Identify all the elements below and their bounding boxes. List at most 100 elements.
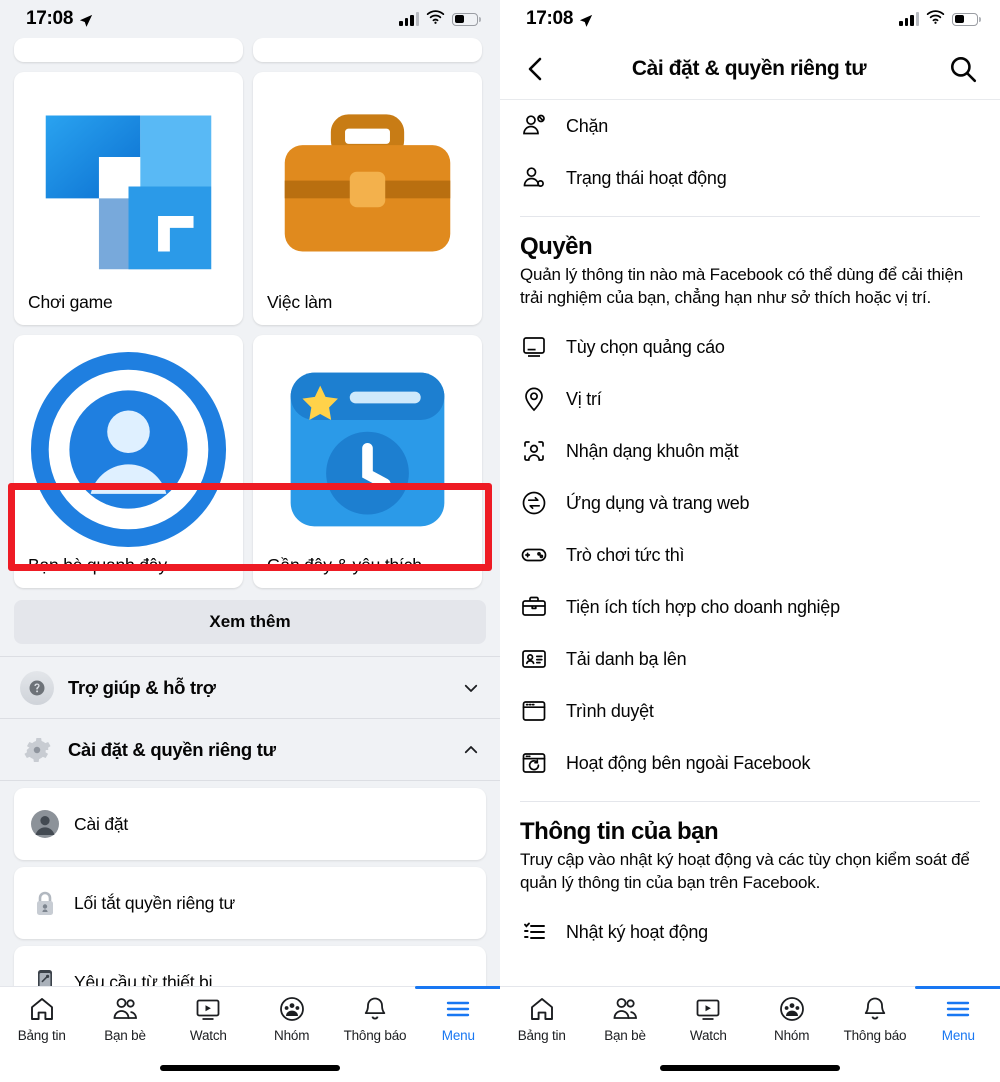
settings-item-tro-choi-tuc-thi[interactable]: Trò chơi tức thì xyxy=(500,529,1000,581)
shortcut-card-clipped-1[interactable] xyxy=(14,38,243,62)
chevron-left-icon[interactable] xyxy=(522,55,550,83)
accordion-help-support[interactable]: Trợ giúp & hỗ trợ xyxy=(0,657,500,719)
shortcut-grid: Chơi game Việc làm Bạn bè quanh đây Gần … xyxy=(0,72,500,588)
browser-icon xyxy=(520,697,548,725)
dual-screenshot-container: 17:08 Chơi game Việc làm Bạn bè quanh đâ… xyxy=(0,0,1000,1082)
tab-watch[interactable]: Watch xyxy=(671,995,745,1043)
shortcut-card-recent-favorites[interactable]: Gần đây & yêu thích xyxy=(253,335,482,588)
left-menu-scroll[interactable]: Chơi game Việc làm Bạn bè quanh đây Gần … xyxy=(0,38,500,986)
settings-item-label: Chặn xyxy=(566,115,609,136)
shortcut-card-gaming[interactable]: Chơi game xyxy=(14,72,243,325)
settings-item-tien-ich-doanh-nghiep[interactable]: Tiện ích tích hợp cho doanh nghiệp xyxy=(500,581,1000,633)
tab-watch[interactable]: Watch xyxy=(171,995,245,1043)
search-icon[interactable] xyxy=(948,54,978,84)
watch-icon xyxy=(194,995,222,1023)
settings-item-label: Vị trí xyxy=(566,388,602,409)
tab-ban-be[interactable]: Bạn bè xyxy=(88,995,162,1043)
accordion-settings-privacy[interactable]: Cài đặt & quyền riêng tư xyxy=(0,719,500,781)
settings-item-chan[interactable]: Chặn xyxy=(500,100,1000,152)
tab-nhom[interactable]: Nhóm xyxy=(755,995,829,1043)
status-bar-right: 17:08 xyxy=(500,0,1000,38)
settings-item-label: Trình duyệt xyxy=(566,700,654,721)
settings-item-trang-thai-hoat-dong[interactable]: Trạng thái hoạt động xyxy=(500,152,1000,204)
briefcase-icon xyxy=(267,114,468,291)
browser-history-icon xyxy=(520,749,548,777)
status-time: 17:08 xyxy=(26,8,74,29)
activity-log-icon xyxy=(520,918,548,946)
location-arrow-icon xyxy=(79,12,93,27)
tab-label: Nhóm xyxy=(774,1028,810,1043)
person-active-icon xyxy=(520,164,548,192)
watch-icon xyxy=(694,995,722,1023)
shortcut-card-jobs[interactable]: Việc làm xyxy=(253,72,482,325)
shortcut-card-clipped-2[interactable] xyxy=(253,38,482,62)
settings-item-hoat-dong-ben-ngoai-facebook[interactable]: Hoạt động bên ngoài Facebook xyxy=(500,737,1000,789)
status-bar-left: 17:08 xyxy=(0,0,500,38)
tab-label: Thông báo xyxy=(343,1028,407,1043)
see-more-button[interactable]: Xem thêm xyxy=(14,600,486,644)
settings-item-label: Tải danh bạ lên xyxy=(566,648,687,669)
hamburger-icon xyxy=(944,995,972,1023)
friends-icon xyxy=(111,995,139,1023)
settings-list-scroll[interactable]: Chặn Trạng thái hoạt động Quyền Quản lý … xyxy=(500,100,1000,986)
tab-bang-tin[interactable]: Bảng tin xyxy=(505,995,579,1043)
chevron-down-icon[interactable] xyxy=(462,679,480,697)
settings-item-tai-danh-ba-len[interactable]: Tải danh bạ lên xyxy=(500,633,1000,685)
settings-item-label: Trò chơi tức thì xyxy=(566,544,685,565)
divider xyxy=(520,216,980,217)
location-pin-icon xyxy=(520,385,548,413)
apps-websites-icon xyxy=(520,489,548,517)
signal-bars-icon xyxy=(399,12,419,26)
settings-item-nhan-dang-khuon-mat[interactable]: Nhận dạng khuôn mặt xyxy=(500,425,1000,477)
accordion-label: Cài đặt & quyền riêng tư xyxy=(68,738,276,760)
monitor-icon xyxy=(520,333,548,361)
tab-menu[interactable]: Menu xyxy=(415,986,500,1043)
section-description-quyen: Quản lý thông tin nào mà Facebook có thể… xyxy=(520,265,963,307)
settings-row-privacy-shortcuts[interactable]: Lối tắt quyền riêng tư xyxy=(14,867,486,939)
settings-item-nhat-ky-hoat-dong[interactable]: Nhật ký hoạt động xyxy=(500,906,1000,958)
status-time: 17:08 xyxy=(526,8,574,29)
settings-header: Cài đặt & quyền riêng tư xyxy=(500,38,1000,100)
tab-label: Thông báo xyxy=(843,1028,907,1043)
tab-ban-be[interactable]: Bạn bè xyxy=(588,995,662,1043)
tab-thong-bao[interactable]: Thông báo xyxy=(838,995,912,1043)
groups-icon xyxy=(278,995,306,1023)
profile-circle-icon xyxy=(30,809,60,839)
settings-row-device-requests[interactable]: Yêu cầu từ thiết bị xyxy=(14,946,486,986)
tab-menu[interactable]: Menu xyxy=(915,986,1000,1043)
chevron-up-icon[interactable] xyxy=(462,741,480,759)
settings-item-ung-dung-va-trang-web[interactable]: Ứng dụng và trang web xyxy=(500,477,1000,529)
settings-item-label: Ứng dụng và trang web xyxy=(566,492,750,513)
shortcut-label: Việc làm xyxy=(267,292,333,312)
shortcut-card-nearby-friends[interactable]: Bạn bè quanh đây xyxy=(14,335,243,588)
settings-item-trinh-duyet[interactable]: Trình duyệt xyxy=(500,685,1000,737)
recent-favorites-icon xyxy=(267,372,468,554)
question-circle-icon xyxy=(20,670,54,705)
tab-thong-bao[interactable]: Thông báo xyxy=(338,995,412,1043)
battery-icon xyxy=(952,12,981,26)
shortcut-label: Bạn bè quanh đây xyxy=(28,555,167,575)
divider xyxy=(520,801,980,803)
settings-item-tuy-chon-quang-cao[interactable]: Tùy chọn quảng cáo xyxy=(500,321,1000,373)
tab-bar-left: Bảng tin Bạn bè Watch Nhóm Thông báo Men… xyxy=(0,986,500,1082)
tab-nhom[interactable]: Nhóm xyxy=(255,995,329,1043)
person-block-icon xyxy=(520,112,548,140)
gamepad-icon xyxy=(520,541,548,569)
shortcut-grid-clipped xyxy=(0,38,500,62)
gear-circle-icon xyxy=(20,733,54,767)
status-bar-right-group xyxy=(399,8,481,30)
signal-bars-icon xyxy=(899,12,919,26)
status-bar-left-group: 17:08 xyxy=(26,8,93,30)
settings-item-vi-tri[interactable]: Vị trí xyxy=(500,373,1000,425)
right-phone-screen: 17:08 Cài đặt & quyền riêng tư Chặn Trạn… xyxy=(500,0,1000,1082)
tab-label: Bảng tin xyxy=(517,1028,566,1043)
wifi-icon xyxy=(926,8,945,30)
settings-row-cai-dat[interactable]: Cài đặt xyxy=(14,788,486,860)
section-title-thong-tin-cua-ban: Thông tin của bạn xyxy=(520,818,719,846)
tab-bang-tin[interactable]: Bảng tin xyxy=(5,995,79,1043)
phone-key-icon xyxy=(30,967,60,986)
settings-row-label: Lối tắt quyền riêng tư xyxy=(74,892,236,913)
tab-label: Menu xyxy=(441,1028,475,1043)
groups-icon xyxy=(778,995,806,1023)
bell-icon xyxy=(861,995,889,1023)
